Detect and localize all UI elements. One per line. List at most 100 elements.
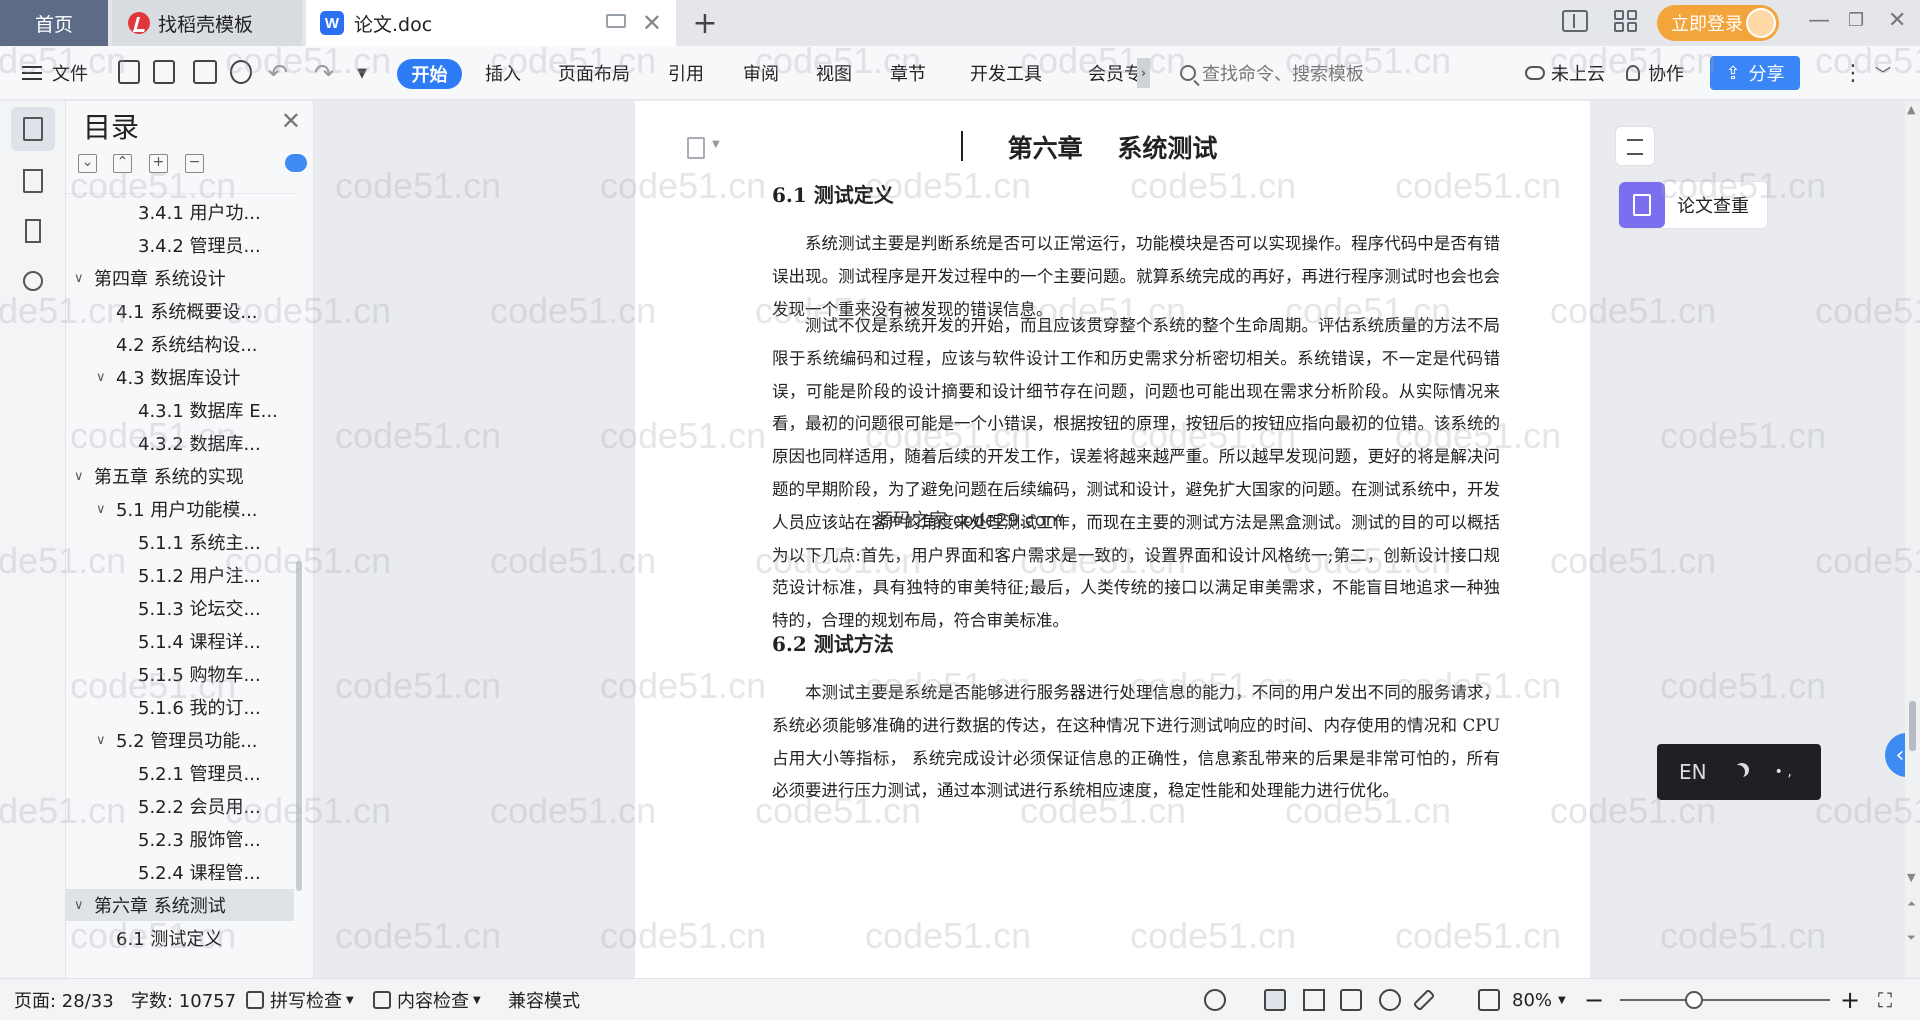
minimize-icon[interactable]: — xyxy=(1808,8,1830,33)
reading-view-icon[interactable] xyxy=(1340,989,1362,1011)
ribbon-tab-view[interactable]: 视图 xyxy=(816,46,852,100)
toc-item[interactable]: 4.1 系统概要设... xyxy=(66,295,294,327)
more-icon[interactable]: ⋮ xyxy=(1842,46,1864,100)
toc-item[interactable]: 5.1.3 论坛交... xyxy=(66,592,294,624)
toc-item[interactable]: ∨ 第四章 系统设计 xyxy=(66,262,294,294)
ribbon-tab-page-layout[interactable]: 页面布局 xyxy=(558,46,630,100)
toc-item[interactable]: 3.4.2 管理员... xyxy=(66,229,294,261)
ribbon-tab-section[interactable]: 章节 xyxy=(890,46,926,100)
side-panel-toggle[interactable]: ‹ xyxy=(1885,733,1905,777)
toc-item[interactable]: 5.1.1 系统主... xyxy=(66,526,294,558)
toc-item[interactable]: 5.1.2 用户注... xyxy=(66,559,294,591)
next-page-icon[interactable]: ⏷ xyxy=(1907,931,1916,945)
nav-panel-button[interactable] xyxy=(11,159,55,203)
eye-protection-icon[interactable] xyxy=(1204,989,1226,1011)
ribbon-tab-start[interactable]: 开始 xyxy=(397,59,462,89)
quick-access-dropdown-icon[interactable]: ▼ xyxy=(357,46,367,100)
collapse-all-icon[interactable]: ⌄ xyxy=(78,154,97,173)
toc-item[interactable]: 4.3.2 数据库... xyxy=(66,427,294,459)
toc-item[interactable]: ∨ 4.3 数据库设计 xyxy=(66,361,294,393)
toc-item[interactable]: 6.1 测试定义 xyxy=(66,922,294,954)
remove-heading-icon[interactable]: − xyxy=(185,154,204,173)
save-icon[interactable] xyxy=(118,60,140,84)
undo-icon[interactable]: ↶ xyxy=(268,46,288,100)
chevron-down-icon[interactable]: ∨ xyxy=(74,271,94,286)
ime-indicator[interactable]: EN • , xyxy=(1657,744,1821,800)
tab-home[interactable]: 首页 xyxy=(0,0,108,46)
content-check-button[interactable]: 内容检查 ▼ xyxy=(373,979,481,1020)
collaborate-button[interactable]: 协作 xyxy=(1626,46,1684,100)
web-view-icon[interactable] xyxy=(1379,989,1401,1011)
page-indicator[interactable]: 页面: 28/33 xyxy=(14,979,114,1020)
word-count[interactable]: 字数: 10757 xyxy=(131,979,236,1020)
chevron-down-icon[interactable]: ∨ xyxy=(96,370,116,385)
toc-item[interactable]: ∨ 5.2 管理员功能... xyxy=(66,724,294,756)
chevron-down-icon[interactable]: ∨ xyxy=(74,469,94,484)
toc-scrollbar[interactable] xyxy=(296,561,302,891)
cloud-status-button[interactable]: 未上云 xyxy=(1525,46,1605,100)
ribbon-scroll-right-icon[interactable]: › xyxy=(1137,58,1150,88)
share-button[interactable]: ⇪ 分享 xyxy=(1710,56,1800,90)
toc-item[interactable]: ∨ 第六章 系统测试 xyxy=(66,889,294,921)
apps-grid-icon[interactable] xyxy=(1614,10,1640,32)
file-menu-button[interactable]: 文件 xyxy=(22,46,88,100)
toc-item[interactable]: 5.2.2 会员用... xyxy=(66,790,294,822)
spellcheck-button[interactable]: 拼写检查 ▼ xyxy=(246,979,354,1020)
zoom-slider-handle[interactable] xyxy=(1685,991,1703,1009)
export-icon[interactable] xyxy=(153,60,175,84)
layout-switch-icon[interactable] xyxy=(1562,10,1588,32)
toc-item[interactable]: 4.3.1 数据库 E... xyxy=(66,394,294,426)
zoom-slider[interactable] xyxy=(1620,999,1830,1001)
toc-item[interactable]: 5.2.4 课程管... xyxy=(66,856,294,888)
scroll-up-icon[interactable]: ▲ xyxy=(1907,103,1915,116)
toc-item[interactable]: ∨ 5.1 用户功能模... xyxy=(66,493,294,525)
ribbon-tab-developer[interactable]: 开发工具 xyxy=(970,46,1042,100)
tab-docer-templates[interactable]: 找稻壳模板 xyxy=(112,0,302,46)
close-window-icon[interactable]: ✕ xyxy=(1888,8,1906,33)
fit-page-icon[interactable] xyxy=(1478,989,1500,1011)
vertical-scrollbar[interactable]: ▲ ▼ ⏶ ⏷ xyxy=(1905,101,1920,978)
scrollbar-thumb[interactable] xyxy=(1909,701,1916,751)
toc-item[interactable]: 3.4.1 用户功... xyxy=(66,196,294,228)
zoom-level[interactable]: 80% ▼ xyxy=(1512,979,1566,1020)
pen-icon[interactable] xyxy=(1412,988,1436,1012)
document-page[interactable]: ▼ 第六章 系统测试 6.1 测试定义 系统测试主要是判断系统是否可以正常运行，… xyxy=(635,101,1590,978)
close-icon[interactable]: ✕ xyxy=(281,107,301,135)
chevron-down-icon[interactable]: ∨ xyxy=(74,898,94,913)
collapse-panel-button[interactable] xyxy=(1615,126,1655,166)
page-view-icon[interactable] xyxy=(1264,989,1286,1011)
toc-item[interactable]: 5.1.4 课程详... xyxy=(66,625,294,657)
chevron-down-icon[interactable]: ∨ xyxy=(96,502,116,517)
ribbon-tab-references[interactable]: 引用 xyxy=(668,46,704,100)
new-tab-button[interactable]: + xyxy=(690,0,720,46)
toc-item[interactable]: 4.2 系统结构设... xyxy=(66,328,294,360)
tab-document[interactable]: W 论文.doc ✕ xyxy=(306,0,676,46)
toc-item[interactable]: 5.2.1 管理员... xyxy=(66,757,294,789)
expand-level-icon[interactable]: ⌃ xyxy=(113,154,132,173)
zoom-in-icon[interactable]: + xyxy=(1840,979,1860,1020)
toc-item[interactable]: 5.1.6 我的订... xyxy=(66,691,294,723)
ai-assistant-icon[interactable] xyxy=(285,154,307,172)
chevron-down-icon[interactable]: ∨ xyxy=(96,733,116,748)
toc-item[interactable]: 5.2.3 服饰管... xyxy=(66,823,294,855)
restore-icon[interactable]: ❐ xyxy=(1848,10,1864,31)
command-search[interactable]: 查找命令、搜索模板 xyxy=(1180,46,1364,100)
outline-view-icon[interactable] xyxy=(1303,989,1325,1011)
add-heading-icon[interactable]: + xyxy=(149,154,168,173)
prev-page-icon[interactable]: ⏶ xyxy=(1907,897,1916,911)
toc-item[interactable]: 5.1.5 购物车... xyxy=(66,658,294,690)
close-tab-icon[interactable]: ✕ xyxy=(642,9,662,37)
ribbon-tab-member[interactable]: 会员专 xyxy=(1088,46,1142,100)
collapse-ribbon-icon[interactable]: ﹀ xyxy=(1875,46,1891,100)
redo-icon[interactable]: ↷ xyxy=(314,46,334,100)
find-button[interactable] xyxy=(11,259,55,303)
fullscreen-icon[interactable]: ⛶ xyxy=(1878,979,1892,1020)
scroll-down-icon[interactable]: ▼ xyxy=(1907,871,1915,884)
print-preview-icon[interactable] xyxy=(230,60,252,84)
zoom-out-icon[interactable]: − xyxy=(1584,979,1604,1020)
ribbon-tab-insert[interactable]: 插入 xyxy=(485,46,521,100)
window-mode-icon[interactable] xyxy=(606,14,626,28)
toc-item[interactable]: ∨ 第五章 系统的实现 xyxy=(66,460,294,492)
login-button[interactable]: 立即登录 xyxy=(1657,5,1779,41)
print-icon[interactable] xyxy=(193,60,217,84)
